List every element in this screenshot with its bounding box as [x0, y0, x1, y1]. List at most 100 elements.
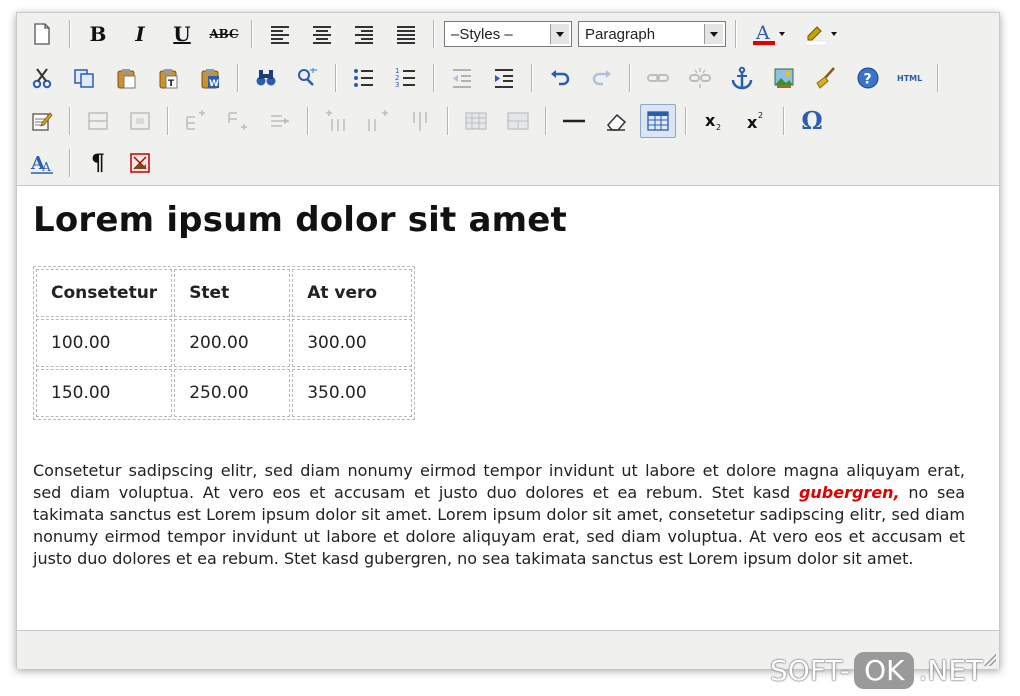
table-cell[interactable]: 100.00: [36, 319, 173, 367]
outdent-icon: [453, 69, 471, 88]
table-cell-props-button[interactable]: [122, 104, 158, 138]
styles-select[interactable]: –Styles –: [444, 21, 572, 47]
image-button[interactable]: [766, 61, 802, 95]
toolbar-separator: [433, 64, 435, 92]
link-button[interactable]: [640, 61, 676, 95]
align-center-icon: [313, 26, 331, 44]
undo-button[interactable]: [542, 61, 578, 95]
table-cell[interactable]: 150.00: [36, 369, 173, 417]
indent-button[interactable]: [486, 61, 522, 95]
italic-button[interactable]: I: [122, 17, 158, 51]
toolbar-separator: [69, 107, 71, 135]
toolbar-separator: [69, 20, 71, 48]
style-props-button[interactable]: AA: [24, 146, 60, 180]
toolbar-separator: [937, 64, 939, 92]
paste-text-icon: T: [159, 69, 178, 89]
chevron-down-icon[interactable]: [550, 24, 569, 44]
superscript-icon: x2: [747, 111, 763, 132]
insert-col-after-button[interactable]: [360, 104, 396, 138]
unlink-button[interactable]: [682, 61, 718, 95]
document-heading[interactable]: Lorem ipsum dolor sit amet: [33, 200, 567, 240]
table-row-props-button[interactable]: [80, 104, 116, 138]
paste-icon: [117, 69, 136, 89]
cut-button[interactable]: [24, 61, 60, 95]
format-select-value: Paragraph: [585, 25, 656, 43]
align-left-button[interactable]: [262, 17, 298, 51]
new-document-button[interactable]: [24, 17, 60, 51]
underline-icon: U: [173, 22, 191, 46]
font-color-icon: A: [753, 22, 785, 45]
numbered-list-button[interactable]: 123: [388, 61, 424, 95]
align-right-icon: [355, 26, 373, 44]
redo-button[interactable]: [584, 61, 620, 95]
merge-cells-icon: [507, 112, 529, 130]
table-header-row: Consetetur Stet At vero: [36, 269, 413, 317]
watermark-right: .NET: [918, 653, 984, 687]
find-button[interactable]: [248, 61, 284, 95]
underline-button[interactable]: U: [164, 17, 200, 51]
superscript-button[interactable]: x2: [738, 104, 774, 138]
toolbar-separator: [685, 107, 687, 135]
resize-grip-icon[interactable]: [984, 654, 996, 666]
font-color-button[interactable]: A: [746, 17, 792, 51]
split-cells-button[interactable]: [458, 104, 494, 138]
replace-button[interactable]: [290, 61, 326, 95]
help-button[interactable]: ?: [850, 61, 886, 95]
bold-button[interactable]: B: [80, 17, 116, 51]
cleanup-button[interactable]: [808, 61, 844, 95]
svg-text:A: A: [755, 22, 770, 44]
merge-cells-button[interactable]: [500, 104, 536, 138]
copy-button[interactable]: [66, 61, 102, 95]
horizontal-rule-button[interactable]: [556, 104, 592, 138]
style-props-icon: AA: [30, 153, 53, 174]
insert-media-button[interactable]: [122, 146, 158, 180]
html-source-button[interactable]: HTML: [892, 61, 928, 95]
italic-icon: I: [135, 22, 145, 46]
toolbar-row-1: B I U ABC –Styles – Paragraph A: [21, 15, 847, 53]
media-icon: [130, 153, 150, 173]
svg-text:2: 2: [758, 111, 763, 120]
table-header-cell[interactable]: Stet: [174, 269, 291, 317]
remove-format-button[interactable]: [598, 104, 634, 138]
body-paragraph[interactable]: Consetetur sadipscing elitr, sed diam no…: [33, 460, 965, 570]
paste-text-button[interactable]: T: [150, 61, 186, 95]
toolbar-separator: [167, 107, 169, 135]
highlight-color-button[interactable]: [798, 17, 844, 51]
align-right-button[interactable]: [346, 17, 382, 51]
toolbar-separator: [251, 20, 253, 48]
subscript-button[interactable]: x2: [696, 104, 732, 138]
table-cell[interactable]: 300.00: [292, 319, 413, 367]
edit-properties-button[interactable]: [24, 104, 60, 138]
insert-col-before-button[interactable]: [318, 104, 354, 138]
strikethrough-button[interactable]: ABC: [206, 17, 242, 51]
table-cell[interactable]: 350.00: [292, 369, 413, 417]
align-center-button[interactable]: [304, 17, 340, 51]
delete-row-button[interactable]: [262, 104, 298, 138]
format-select[interactable]: Paragraph: [578, 21, 726, 47]
chevron-down-icon[interactable]: [704, 24, 723, 44]
insert-col-before-icon: [326, 110, 345, 131]
data-table[interactable]: Consetetur Stet At vero 100.00 200.00 30…: [33, 266, 416, 420]
bullet-list-button[interactable]: [346, 61, 382, 95]
paste-button[interactable]: [108, 61, 144, 95]
bullet-list-icon: [354, 69, 373, 87]
table-cell[interactable]: 200.00: [174, 319, 291, 367]
watermark: SOFT- OK .NET: [770, 650, 983, 690]
align-justify-button[interactable]: [388, 17, 424, 51]
editor-content-area[interactable]: Lorem ipsum dolor sit amet Consetetur St…: [17, 186, 999, 630]
visual-aid-button[interactable]: [640, 104, 676, 138]
anchor-button[interactable]: [724, 61, 760, 95]
undo-icon: [551, 70, 570, 86]
paste-word-button[interactable]: W: [192, 61, 228, 95]
table-header-cell[interactable]: Consetetur: [36, 269, 173, 317]
insert-row-after-button[interactable]: [220, 104, 256, 138]
outdent-button[interactable]: [444, 61, 480, 95]
table-cell[interactable]: 250.00: [174, 369, 291, 417]
delete-col-button[interactable]: [402, 104, 438, 138]
toolbar-row-4: AA ¶: [21, 144, 161, 182]
insert-row-before-button[interactable]: [178, 104, 214, 138]
svg-text:?: ?: [864, 72, 872, 88]
special-char-button[interactable]: Ω: [794, 104, 830, 138]
table-header-cell[interactable]: At vero: [292, 269, 413, 317]
show-blocks-button[interactable]: ¶: [80, 146, 116, 180]
